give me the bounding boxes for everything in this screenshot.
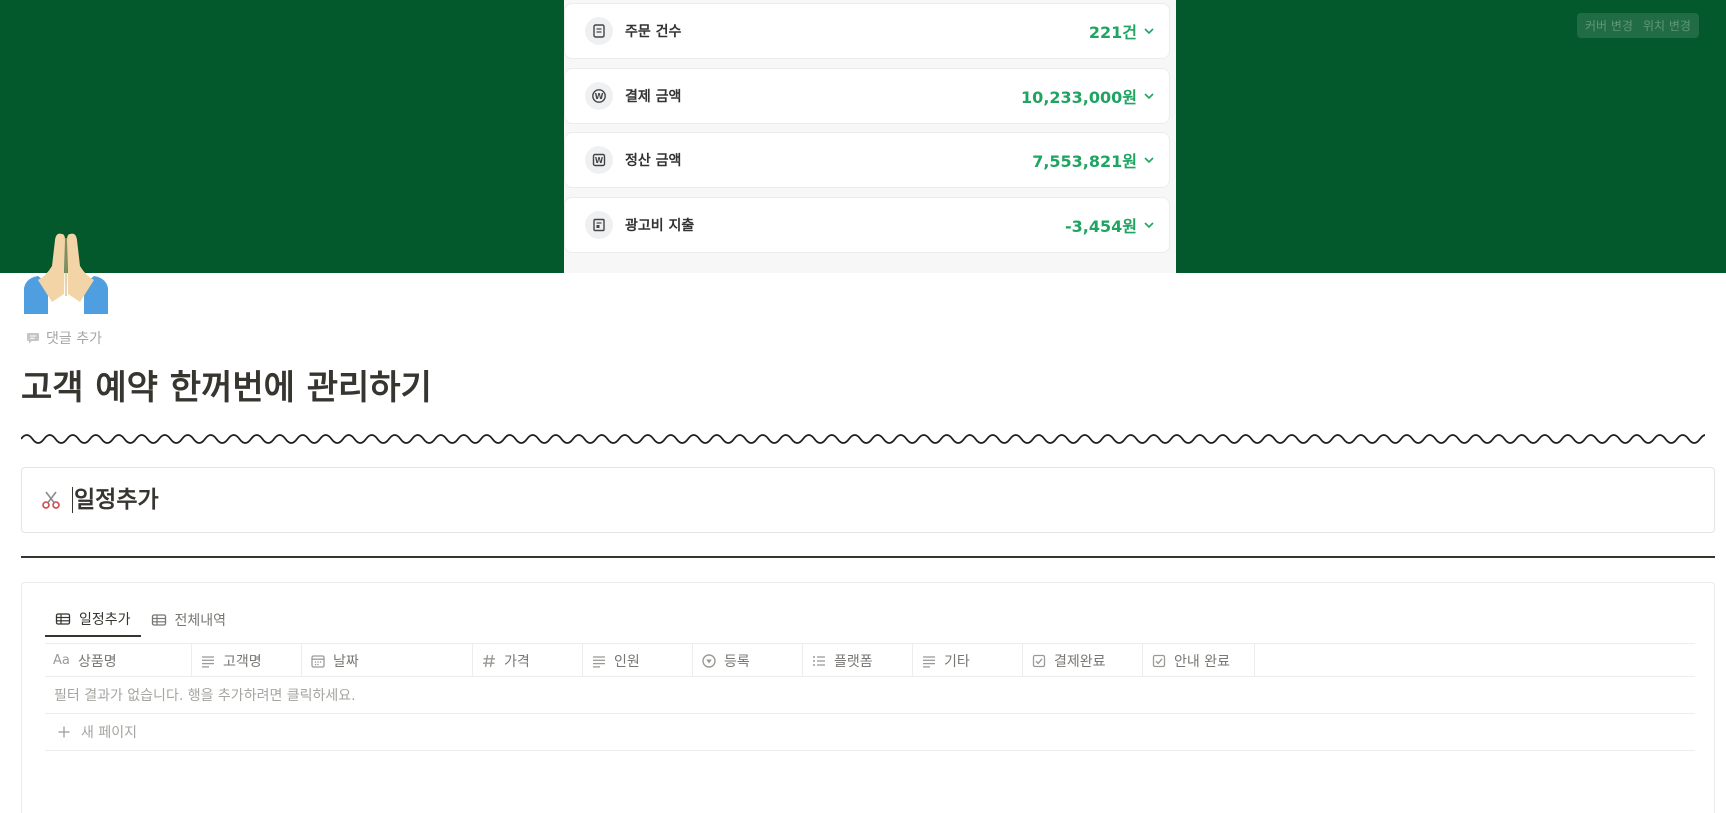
add-comment-label: 댓글 추가 (46, 331, 102, 347)
column-header-product[interactable]: Aa 상품명 (45, 644, 192, 677)
column-header-customer[interactable]: 고객명 (192, 644, 302, 677)
hash-icon (483, 654, 495, 667)
ad-document-icon (585, 211, 613, 239)
svg-text:W: W (595, 92, 604, 101)
stat-value: 221건 (1088, 23, 1137, 42)
calendar-icon (311, 654, 325, 668)
column-header-guide-done[interactable]: 안내 완료 (1143, 644, 1255, 677)
status-icon (702, 653, 716, 668)
stat-row-settlement: W 정산 금액 7,553,821원 (564, 132, 1170, 188)
multi-select-icon (813, 655, 825, 666)
tab-all-history[interactable]: 전체내역 (141, 603, 237, 637)
column-label: 날짜 (333, 653, 359, 670)
text-lines-icon (923, 655, 935, 668)
empty-filter-row[interactable]: 필터 결과가 없습니다. 행을 추가하려면 클릭하세요. (45, 677, 1695, 714)
column-label: 가격 (504, 653, 530, 670)
scissors-icon (42, 491, 60, 509)
new-page-button[interactable]: 새 페이지 (45, 714, 1695, 751)
title-aa-icon: Aa (53, 653, 70, 668)
stat-label: 정산 금액 (625, 153, 682, 169)
column-header-etc[interactable]: 기타 (913, 644, 1023, 677)
text-lines-icon (202, 655, 214, 668)
stat-row-ad-spend: 광고비 지출 -3,454원 (564, 197, 1170, 253)
stat-value: 10,233,000원 (1021, 88, 1137, 107)
chevron-down-icon[interactable] (1143, 154, 1155, 166)
column-label: 인원 (614, 653, 640, 670)
table-header: Aa 상품명 고객명 날짜 가격 인원 등록 플랫폼 기타 결제완료 안내 완료 (45, 643, 1695, 677)
table-icon (55, 613, 71, 625)
horizontal-divider (21, 556, 1715, 558)
chevron-down-icon[interactable] (1143, 219, 1155, 231)
receipt-icon (585, 17, 613, 45)
add-comment-button[interactable]: 댓글 추가 (26, 328, 102, 348)
stat-row-payment: W 결제 금액 10,233,000원 (564, 68, 1170, 124)
column-header-date[interactable]: 날짜 (302, 644, 473, 677)
cover-controls: 커버 변경 위치 변경 (1577, 13, 1699, 38)
comment-icon (27, 333, 39, 344)
stat-label: 주문 건수 (625, 24, 682, 40)
column-header-registration[interactable]: 등록 (693, 644, 803, 677)
stat-value: -3,454원 (1065, 217, 1137, 236)
column-header-price[interactable]: 가격 (473, 644, 583, 677)
svg-text:W: W (595, 156, 604, 165)
text-lines-icon (593, 655, 605, 668)
chevron-down-icon[interactable] (1143, 25, 1155, 37)
won-square-icon: W (585, 146, 613, 174)
table-icon (151, 614, 166, 626)
plus-icon (58, 726, 70, 738)
cover-stats-card: 주문 건수 221건 W 결제 금액 10,233,000원 W 정산 금액 7… (564, 0, 1176, 273)
page-cover: 주문 건수 221건 W 결제 금액 10,233,000원 W 정산 금액 7… (0, 0, 1726, 273)
change-cover-button[interactable]: 커버 변경 (1585, 17, 1633, 34)
stat-label: 결제 금액 (625, 89, 682, 105)
view-tabs: 일정추가 전체내역 (45, 603, 236, 637)
column-header-platform[interactable]: 플랫폼 (803, 644, 913, 677)
column-label: 등록 (724, 653, 750, 670)
column-label: 상품명 (78, 653, 117, 670)
callout-text[interactable]: 일정추가 (72, 487, 159, 513)
chevron-down-icon[interactable] (1143, 90, 1155, 102)
tab-label: 전체내역 (174, 613, 227, 629)
won-circle-icon: W (585, 82, 613, 110)
tab-label: 일정추가 (79, 612, 131, 628)
page-title[interactable]: 고객 예약 한꺼번에 관리하기 (21, 360, 432, 409)
folded-hands-emoji[interactable] (22, 226, 110, 314)
checkbox-icon (1152, 654, 1166, 667)
stat-label: 광고비 지출 (625, 218, 695, 234)
wavy-divider (21, 434, 1705, 444)
reposition-cover-button[interactable]: 위치 변경 (1643, 17, 1691, 34)
column-label: 기타 (944, 653, 970, 670)
callout-block[interactable]: 일정추가 (21, 467, 1715, 533)
column-header-payment-done[interactable]: 결제완료 (1023, 644, 1143, 677)
column-header-people[interactable]: 인원 (583, 644, 693, 677)
column-label: 안내 완료 (1174, 653, 1230, 670)
stat-value: 7,553,821원 (1032, 152, 1137, 171)
column-label: 플랫폼 (834, 653, 873, 670)
column-label: 결제완료 (1054, 653, 1106, 670)
stat-row-orders: 주문 건수 221건 (564, 3, 1170, 59)
column-label: 고객명 (223, 653, 262, 670)
database-view: 일정추가 전체내역 Aa 상품명 고객명 날짜 가격 인원 등록 플랫폼 기타 … (21, 582, 1715, 813)
checkbox-icon (1032, 654, 1046, 667)
tab-schedule-add[interactable]: 일정추가 (45, 603, 141, 637)
new-page-label: 새 페이지 (81, 725, 137, 741)
